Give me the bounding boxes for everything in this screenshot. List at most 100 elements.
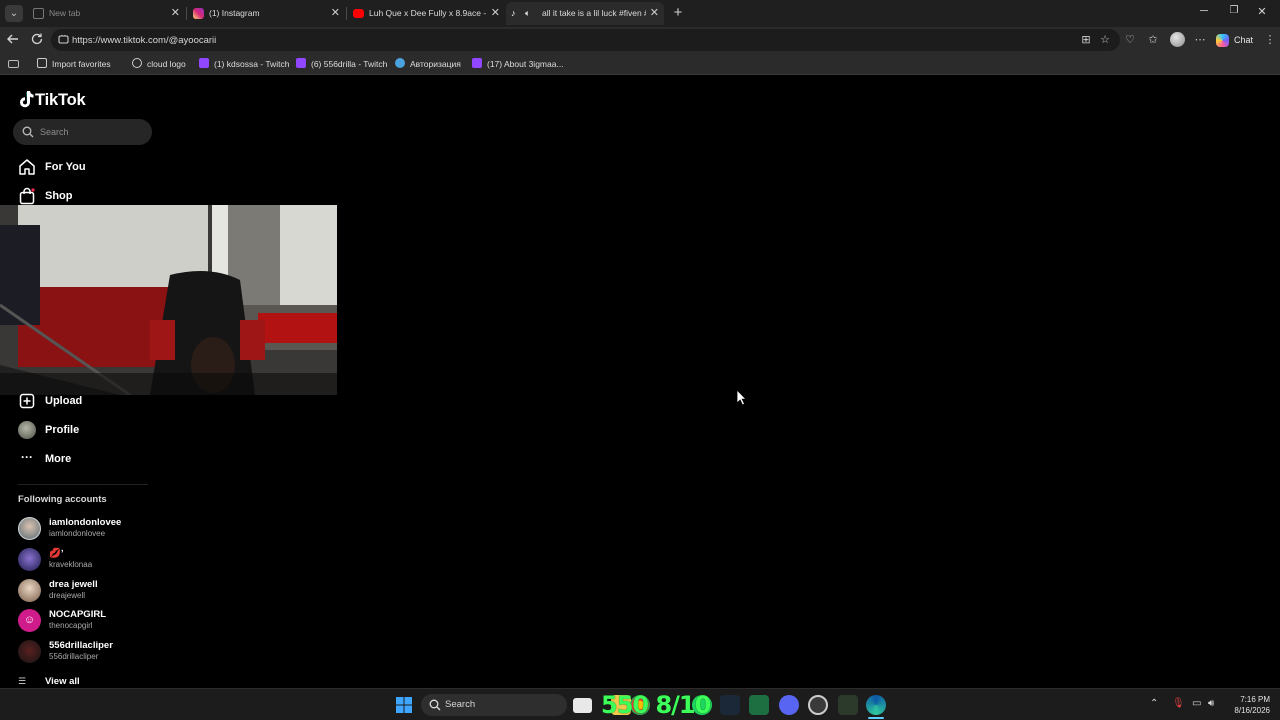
- url-input[interactable]: [72, 32, 672, 48]
- close-icon[interactable]: ✕: [650, 2, 659, 25]
- discord-icon[interactable]: [779, 695, 799, 715]
- edge-icon[interactable]: [866, 695, 886, 715]
- account-handle: thenocapgirl: [49, 621, 93, 630]
- favorites-icon[interactable]: ✩: [1146, 33, 1160, 47]
- following-account-item[interactable]: 556drillacliper 556drillacliper: [18, 639, 158, 665]
- taskbar-search[interactable]: Search: [421, 694, 567, 716]
- bookmark-label: Import favorites: [52, 59, 111, 69]
- nav-profile[interactable]: Profile: [18, 420, 153, 440]
- display-icon[interactable]: ▭: [1192, 698, 1201, 709]
- close-window-button[interactable]: ✕: [1253, 5, 1271, 18]
- new-tab-button[interactable]: +: [670, 4, 686, 22]
- close-icon[interactable]: ✕: [491, 2, 500, 25]
- back-arrow-icon: [7, 34, 18, 44]
- tiktok-search-box[interactable]: [13, 119, 152, 145]
- account-avatar: ☺: [18, 609, 41, 632]
- nav-shop[interactable]: Shop: [18, 186, 153, 206]
- volume-icon[interactable]: 🔊︎: [1208, 698, 1214, 709]
- nav-for-you[interactable]: For You: [18, 157, 153, 177]
- list-icon: ☰: [18, 676, 27, 686]
- bookmark-import-favorites[interactable]: Import favorites: [37, 57, 111, 71]
- minimize-button[interactable]: ─: [1195, 5, 1213, 17]
- back-button[interactable]: [5, 32, 21, 48]
- app-available-icon[interactable]: ⊞: [1079, 33, 1093, 47]
- tab-instagram[interactable]: (1) Instagram ✕: [187, 2, 345, 25]
- home-icon: [19, 159, 35, 175]
- search-icon: [429, 699, 441, 711]
- bookmark-kdsossa-twitch[interactable]: (1) kdsossa - Twitch: [199, 57, 289, 71]
- following-accounts-heading: Following accounts: [18, 494, 107, 505]
- following-account-item[interactable]: iamlondonlovee iamlondonlovee: [18, 516, 158, 542]
- active-app-indicator: [868, 717, 884, 719]
- browser-toolbar: ⊞ ☆ ♡ ✩ ⋯ Chat ⋮: [0, 27, 1280, 53]
- twitch-icon: [472, 58, 482, 68]
- search-icon: [22, 126, 34, 138]
- search-input[interactable]: [40, 125, 145, 139]
- obs-icon[interactable]: [808, 695, 828, 715]
- mouse-cursor-icon: [736, 389, 747, 406]
- bookmark-3igmaa[interactable]: (17) About 3igmaa...: [472, 57, 564, 71]
- nav-more[interactable]: ··· More: [18, 449, 153, 469]
- account-name: drea jewell: [49, 579, 98, 590]
- tab-title: Luh Que x Dee Fully x 8.9ace - Sna: [369, 8, 487, 18]
- tiktok-logo[interactable]: TikTok: [18, 89, 86, 111]
- twitch-icon: [199, 58, 209, 68]
- nav-upload[interactable]: Upload: [18, 391, 153, 411]
- account-name: NOCAPGIRL: [49, 609, 106, 620]
- camera-app-icon[interactable]: [573, 698, 592, 713]
- tab-title: New tab: [49, 8, 81, 18]
- bookmark-label: Авторизация: [410, 59, 461, 69]
- nvidia-app-icon[interactable]: [838, 695, 858, 715]
- tab-tiktok-active[interactable]: ♪ 🔈︎ all it take is a lil luck #fiven # …: [506, 2, 664, 25]
- bookmark-authorization[interactable]: Авторизация: [395, 57, 461, 71]
- following-account-item[interactable]: ☺ NOCAPGIRL thenocapgirl: [18, 608, 158, 634]
- microphone-icon[interactable]: 🎙︎: [1172, 698, 1185, 709]
- restore-button[interactable]: ❐: [1225, 5, 1243, 16]
- excel-icon[interactable]: [749, 695, 769, 715]
- tiktok-note-icon: [20, 91, 34, 108]
- tiktok-icon: ♪: [511, 8, 516, 18]
- view-all-following-button[interactable]: ☰ View all: [18, 676, 80, 687]
- steam-icon[interactable]: [720, 695, 740, 715]
- tab-title: all it take is a lil luck #fiven #: [542, 8, 646, 18]
- close-icon[interactable]: ✕: [171, 2, 180, 25]
- close-icon[interactable]: ✕: [331, 2, 340, 25]
- following-account-item[interactable]: drea jewell dreajewell: [18, 578, 158, 604]
- account-avatar: [18, 640, 41, 663]
- bookmarks-menu-icon[interactable]: [8, 57, 24, 71]
- settings-more-icon[interactable]: ⋯: [1193, 33, 1207, 47]
- reload-button[interactable]: [29, 32, 45, 48]
- bookmark-label: (6) 556drilla - Twitch: [311, 59, 388, 69]
- taskbar-search-label: Search: [445, 699, 476, 710]
- windows-start-icon[interactable]: [396, 697, 412, 713]
- nav-label: For You: [45, 161, 86, 173]
- clock-time: 7:16 PM: [1240, 695, 1270, 704]
- tray-overflow-chevron-icon[interactable]: ⌃: [1150, 698, 1158, 709]
- browser-essentials-icon[interactable]: ♡: [1123, 33, 1137, 47]
- shopping-bag-icon: [19, 187, 35, 205]
- bookmark-cloud-logo[interactable]: cloud logo: [132, 57, 186, 71]
- site-info-icon[interactable]: [57, 33, 70, 46]
- taskbar-clock[interactable]: 7:16 PM 8/16/2026: [1234, 694, 1270, 716]
- speaker-icon[interactable]: 🔈︎: [525, 2, 530, 25]
- tab-new-tab[interactable]: New tab ✕: [27, 2, 185, 25]
- tiktok-page: TikTok For You Shop: [0, 76, 1280, 687]
- twitch-icon: [296, 58, 306, 68]
- favorite-star-icon[interactable]: ☆: [1098, 33, 1112, 47]
- account-avatar: [18, 548, 41, 571]
- profile-avatar[interactable]: [1170, 32, 1185, 47]
- address-bar[interactable]: [51, 29, 1120, 51]
- browser-tab-strip: ⌄ New tab ✕ (1) Instagram ✕ Luh Que x De…: [0, 0, 1280, 27]
- following-account-item[interactable]: 💋ʼ kraveklonaa: [18, 547, 158, 573]
- copilot-chat-button[interactable]: Chat: [1216, 31, 1253, 49]
- bookmark-556drilla-twitch[interactable]: (6) 556drilla - Twitch: [296, 57, 387, 71]
- upload-plus-icon: [19, 393, 35, 409]
- bookmarks-bar: Import favorites cloud logo (1) kdsossa …: [0, 53, 1280, 75]
- stream-overlay-text: 550 8/10: [601, 691, 711, 719]
- more-icon[interactable]: ⋮: [1263, 33, 1277, 47]
- account-avatar: [18, 579, 41, 602]
- account-name: 556drillacliper: [49, 640, 113, 651]
- tab-youtube[interactable]: Luh Que x Dee Fully x 8.9ace - Sna ✕: [347, 2, 505, 25]
- nav-label: Upload: [45, 395, 83, 407]
- tab-actions-menu-button[interactable]: ⌄: [5, 5, 23, 22]
